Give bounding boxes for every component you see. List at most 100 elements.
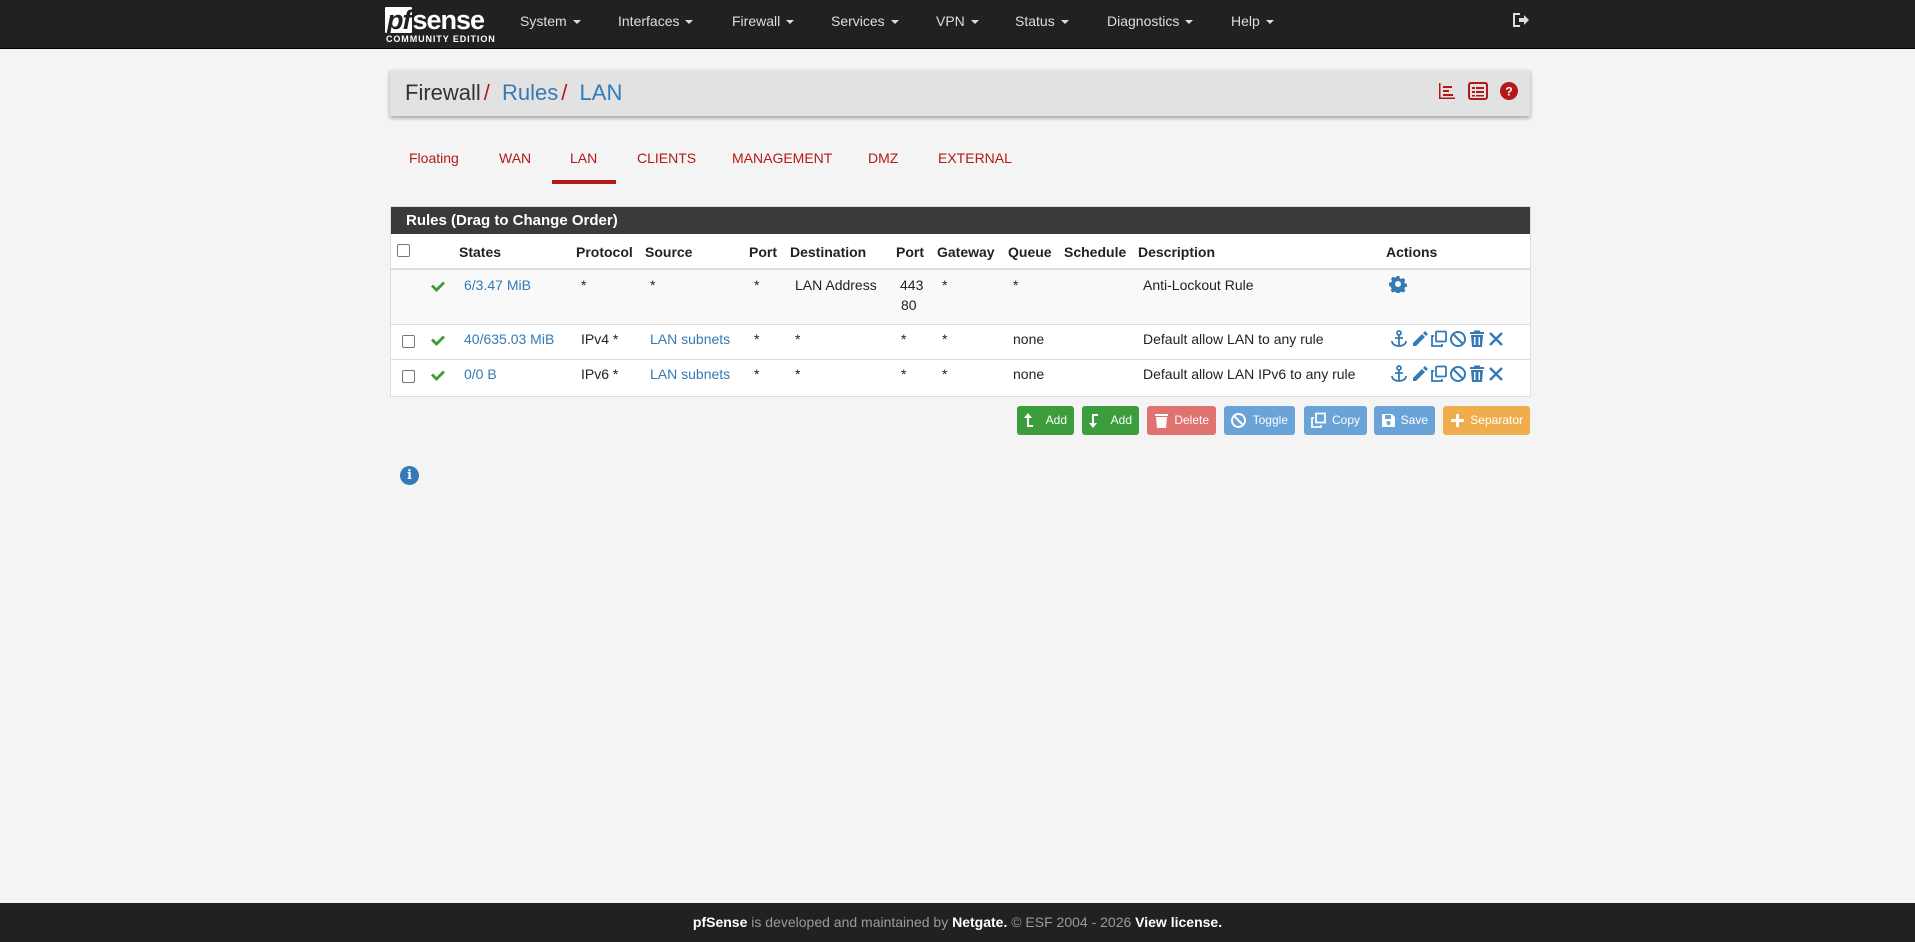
source-link[interactable]: LAN subnets xyxy=(650,366,730,382)
copy-button[interactable]: Copy xyxy=(1304,406,1367,435)
arrow-turn-down-icon xyxy=(1089,414,1098,428)
menu-diagnostics[interactable]: Diagnostics xyxy=(1107,0,1194,48)
header-schedule: Schedule xyxy=(1064,244,1127,260)
menu-help[interactable]: Help xyxy=(1231,0,1274,48)
header-queue: Queue xyxy=(1008,244,1052,260)
anchor-icon[interactable] xyxy=(1390,330,1408,348)
footer-netgate-link[interactable]: Netgate. xyxy=(952,914,1007,930)
breadcrumb-bar: Firewall / Rules / LAN ? xyxy=(390,70,1530,116)
add-bottom-button[interactable]: Add xyxy=(1082,406,1139,435)
logo-edition: COMMUNITY EDITION xyxy=(386,34,496,44)
plus-icon xyxy=(1451,414,1464,427)
separator-button[interactable]: Separator xyxy=(1443,406,1530,435)
cell-protocol: IPv6 * xyxy=(581,366,619,382)
footer-product: pfSense xyxy=(692,914,748,930)
caret-down-icon xyxy=(1060,20,1069,25)
copy-icon[interactable] xyxy=(1430,365,1448,383)
cell-queue: none xyxy=(1013,366,1045,382)
tab-external[interactable]: EXTERNAL xyxy=(938,150,1012,166)
caret-down-icon xyxy=(890,20,899,25)
header-protocol: Protocol xyxy=(576,244,633,260)
pfsense-logo[interactable]: pfsense COMMUNITY EDITION xyxy=(385,3,495,45)
select-all-checkbox[interactable] xyxy=(397,244,410,257)
active-tab-indicator xyxy=(552,180,616,184)
menu-services[interactable]: Services xyxy=(831,0,899,48)
disable-ban-icon[interactable] xyxy=(1449,330,1467,348)
footer-copyright: © ESF 2004 - 2026 xyxy=(1007,914,1136,930)
copy-icon xyxy=(1311,412,1326,428)
source-link[interactable]: LAN subnets xyxy=(650,331,730,347)
disable-ban-icon[interactable] xyxy=(1449,365,1467,383)
row-checkbox[interactable] xyxy=(402,335,415,348)
cell-gateway: * xyxy=(942,277,948,293)
row-checkbox[interactable] xyxy=(402,370,415,383)
table-row[interactable] xyxy=(391,270,1530,324)
breadcrumb-lan-link[interactable]: LAN xyxy=(580,80,623,105)
tab-management[interactable]: MANAGEMENT xyxy=(732,150,832,166)
cell-description: Default allow LAN to any rule xyxy=(1143,331,1324,347)
close-x-icon[interactable] xyxy=(1487,365,1505,383)
close-x-icon[interactable] xyxy=(1487,330,1505,348)
edit-pencil-icon[interactable] xyxy=(1411,330,1429,348)
header-source-port: Port xyxy=(749,244,777,260)
breadcrumb-rules-link[interactable]: Rules xyxy=(502,80,558,105)
tab-dmz[interactable]: DMZ xyxy=(868,150,898,166)
rules-panel: Rules (Drag to Change Order) States Prot… xyxy=(390,206,1531,397)
tab-lan[interactable]: LAN xyxy=(570,150,597,166)
copy-icon[interactable] xyxy=(1430,330,1448,348)
menu-status[interactable]: Status xyxy=(1015,0,1069,48)
add-bottom-label: Add xyxy=(1110,413,1132,427)
copy-label: Copy xyxy=(1331,413,1360,427)
anchor-icon[interactable] xyxy=(1390,365,1408,383)
cell-gateway: * xyxy=(942,366,948,382)
caret-down-icon xyxy=(970,20,979,25)
header-states: States xyxy=(459,244,502,260)
header-description: Description xyxy=(1138,244,1216,260)
top-navbar: pfsense COMMUNITY EDITION System Interfa… xyxy=(0,0,1915,49)
help-icon[interactable]: ? xyxy=(1500,82,1518,103)
log-list-icon[interactable] xyxy=(1468,82,1489,103)
breadcrumb-icons: ? xyxy=(1430,82,1518,104)
tab-clients[interactable]: CLIENTS xyxy=(637,150,696,166)
footer-license-link[interactable]: View license. xyxy=(1135,914,1222,930)
menu-vpn[interactable]: VPN xyxy=(936,0,979,48)
add-top-button[interactable]: Add xyxy=(1017,406,1074,435)
logout-icon[interactable] xyxy=(1511,11,1529,29)
cell-source-port: * xyxy=(754,366,760,382)
tab-wan[interactable]: WAN xyxy=(499,150,531,166)
trash-icon[interactable] xyxy=(1468,330,1486,348)
menu-firewall[interactable]: Firewall xyxy=(732,0,795,48)
footer: pfSense is developed and maintained by N… xyxy=(0,903,1915,942)
logo-wordmark: pfsense xyxy=(385,5,485,35)
tab-floating[interactable]: Floating xyxy=(409,150,459,166)
cell-destination: * xyxy=(795,331,801,347)
row-divider xyxy=(391,324,1530,325)
save-label: Save xyxy=(1400,413,1428,427)
info-icon[interactable]: i xyxy=(400,466,419,485)
cell-source: * xyxy=(650,277,656,293)
save-disk-icon xyxy=(1382,414,1395,427)
cell-destination-port-2: 80 xyxy=(901,297,917,313)
breadcrumb: Firewall / Rules / LAN xyxy=(405,70,622,116)
row-divider xyxy=(391,359,1530,360)
add-top-label: Add xyxy=(1045,413,1067,427)
caret-down-icon xyxy=(685,20,694,25)
trash-icon[interactable] xyxy=(1468,365,1486,383)
states-link[interactable]: 0/0 B xyxy=(464,366,497,382)
cell-destination: * xyxy=(795,366,801,382)
header-actions: Actions xyxy=(1386,244,1438,260)
delete-button[interactable]: Delete xyxy=(1147,406,1216,435)
states-link[interactable]: 6/3.47 MiB xyxy=(464,277,531,293)
menu-system[interactable]: System xyxy=(520,0,581,48)
svg-text:?: ? xyxy=(1505,85,1512,99)
states-link[interactable]: 40/635.03 MiB xyxy=(464,331,554,347)
save-button[interactable]: Save xyxy=(1374,406,1435,435)
menu-interfaces[interactable]: Interfaces xyxy=(618,0,694,48)
toggle-button[interactable]: Toggle xyxy=(1224,406,1295,435)
header-destination-port: Port xyxy=(896,244,924,260)
edit-pencil-icon[interactable] xyxy=(1411,365,1429,383)
cell-description: Default allow LAN IPv6 to any rule xyxy=(1143,366,1356,382)
chart-icon[interactable] xyxy=(1438,82,1456,103)
cell-destination: LAN Address xyxy=(795,277,877,293)
gear-icon[interactable] xyxy=(1389,275,1407,293)
